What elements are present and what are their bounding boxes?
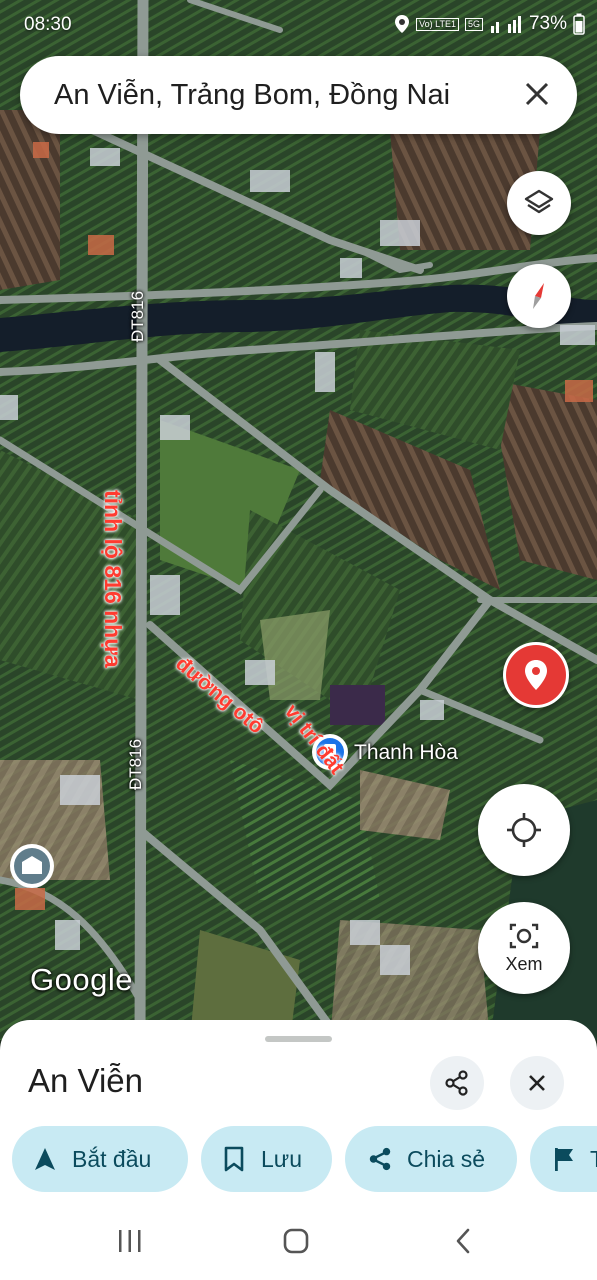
search-query[interactable]: An Viễn, Trảng Bom, Đồng Nai <box>54 79 450 112</box>
location-icon <box>395 15 410 33</box>
google-logo: Google <box>30 962 133 997</box>
flag-icon <box>555 1148 573 1171</box>
search-bar[interactable]: An Viễn, Trảng Bom, Đồng Nai <box>20 56 577 134</box>
share-label: Chia sẻ <box>407 1145 485 1172</box>
status-icons: Vo) LTE1 5G 73% <box>394 13 585 35</box>
label-button[interactable]: T <box>530 1126 597 1192</box>
network-label: Vo) LTE1 <box>416 17 459 31</box>
action-chips: Bắt đầu Lưu Chia sẻ <box>0 1126 597 1194</box>
recent-apps-icon <box>119 1230 141 1252</box>
close-sheet-button[interactable] <box>510 1056 564 1110</box>
location-pin[interactable] <box>503 642 569 708</box>
share-button[interactable] <box>430 1056 484 1110</box>
view-button[interactable]: Xem <box>478 902 570 994</box>
crosshair-icon <box>507 813 541 847</box>
back-chevron-icon <box>456 1228 470 1254</box>
back-button[interactable] <box>443 1224 483 1258</box>
bookmark-icon <box>224 1146 244 1172</box>
place-label-thanh-hoa[interactable]: Thanh Hòa <box>354 741 458 765</box>
home-button[interactable] <box>276 1224 316 1258</box>
road-label-dt816-top: ĐT816 <box>128 290 147 342</box>
compass-button[interactable] <box>507 264 571 328</box>
start-button[interactable]: Bắt đầu <box>12 1126 188 1192</box>
network-type: 5G <box>464 17 483 31</box>
share-chip-button[interactable]: Chia sẻ <box>345 1126 517 1192</box>
map-pin-icon <box>506 645 566 705</box>
label-chip-text: T <box>590 1146 597 1173</box>
share-icon <box>369 1147 391 1171</box>
satellite-map[interactable]: ĐT816 ĐT816 tỉnh lộ 816 nhựa đường otô v… <box>0 0 597 1040</box>
signal-icon <box>490 16 521 33</box>
recent-apps-button[interactable] <box>110 1224 150 1258</box>
drag-handle[interactable] <box>265 1036 332 1042</box>
road-label-dt816-bottom: ĐT816 <box>126 738 145 790</box>
screen: ĐT816 ĐT816 tỉnh lộ 816 nhựa đường otô v… <box>0 0 597 1280</box>
share-icon <box>445 1070 468 1096</box>
save-label: Lưu <box>261 1145 302 1172</box>
status-bar: 08:30 Vo) LTE1 5G 73% <box>0 0 597 50</box>
home-icon <box>283 1228 309 1254</box>
place-title: An Viễn <box>28 1062 143 1099</box>
my-location-button[interactable] <box>478 784 570 876</box>
compass-icon <box>533 283 544 309</box>
close-icon <box>529 1075 545 1091</box>
layers-button[interactable] <box>507 171 571 235</box>
clear-search-button[interactable] <box>515 72 559 116</box>
navigation-arrow-icon <box>35 1148 55 1170</box>
place-sheet[interactable]: An Viễn Bắt đầu Lưu Chia sẻ <box>0 1020 597 1280</box>
map-imagery <box>0 0 597 1040</box>
save-button[interactable]: Lưu <box>201 1126 332 1192</box>
annotation-provincial-road: tỉnh lộ 816 nhựa <box>100 490 126 668</box>
status-time: 08:30 <box>24 14 72 35</box>
system-navigation-bar <box>0 1200 597 1280</box>
battery-percent: 73% <box>528 13 567 34</box>
close-icon <box>525 82 549 106</box>
battery-icon <box>573 13 585 35</box>
start-label: Bắt đầu <box>72 1145 152 1172</box>
camera-lens-icon <box>509 923 539 948</box>
view-label: Xem <box>505 953 543 974</box>
layers-icon <box>524 189 554 214</box>
